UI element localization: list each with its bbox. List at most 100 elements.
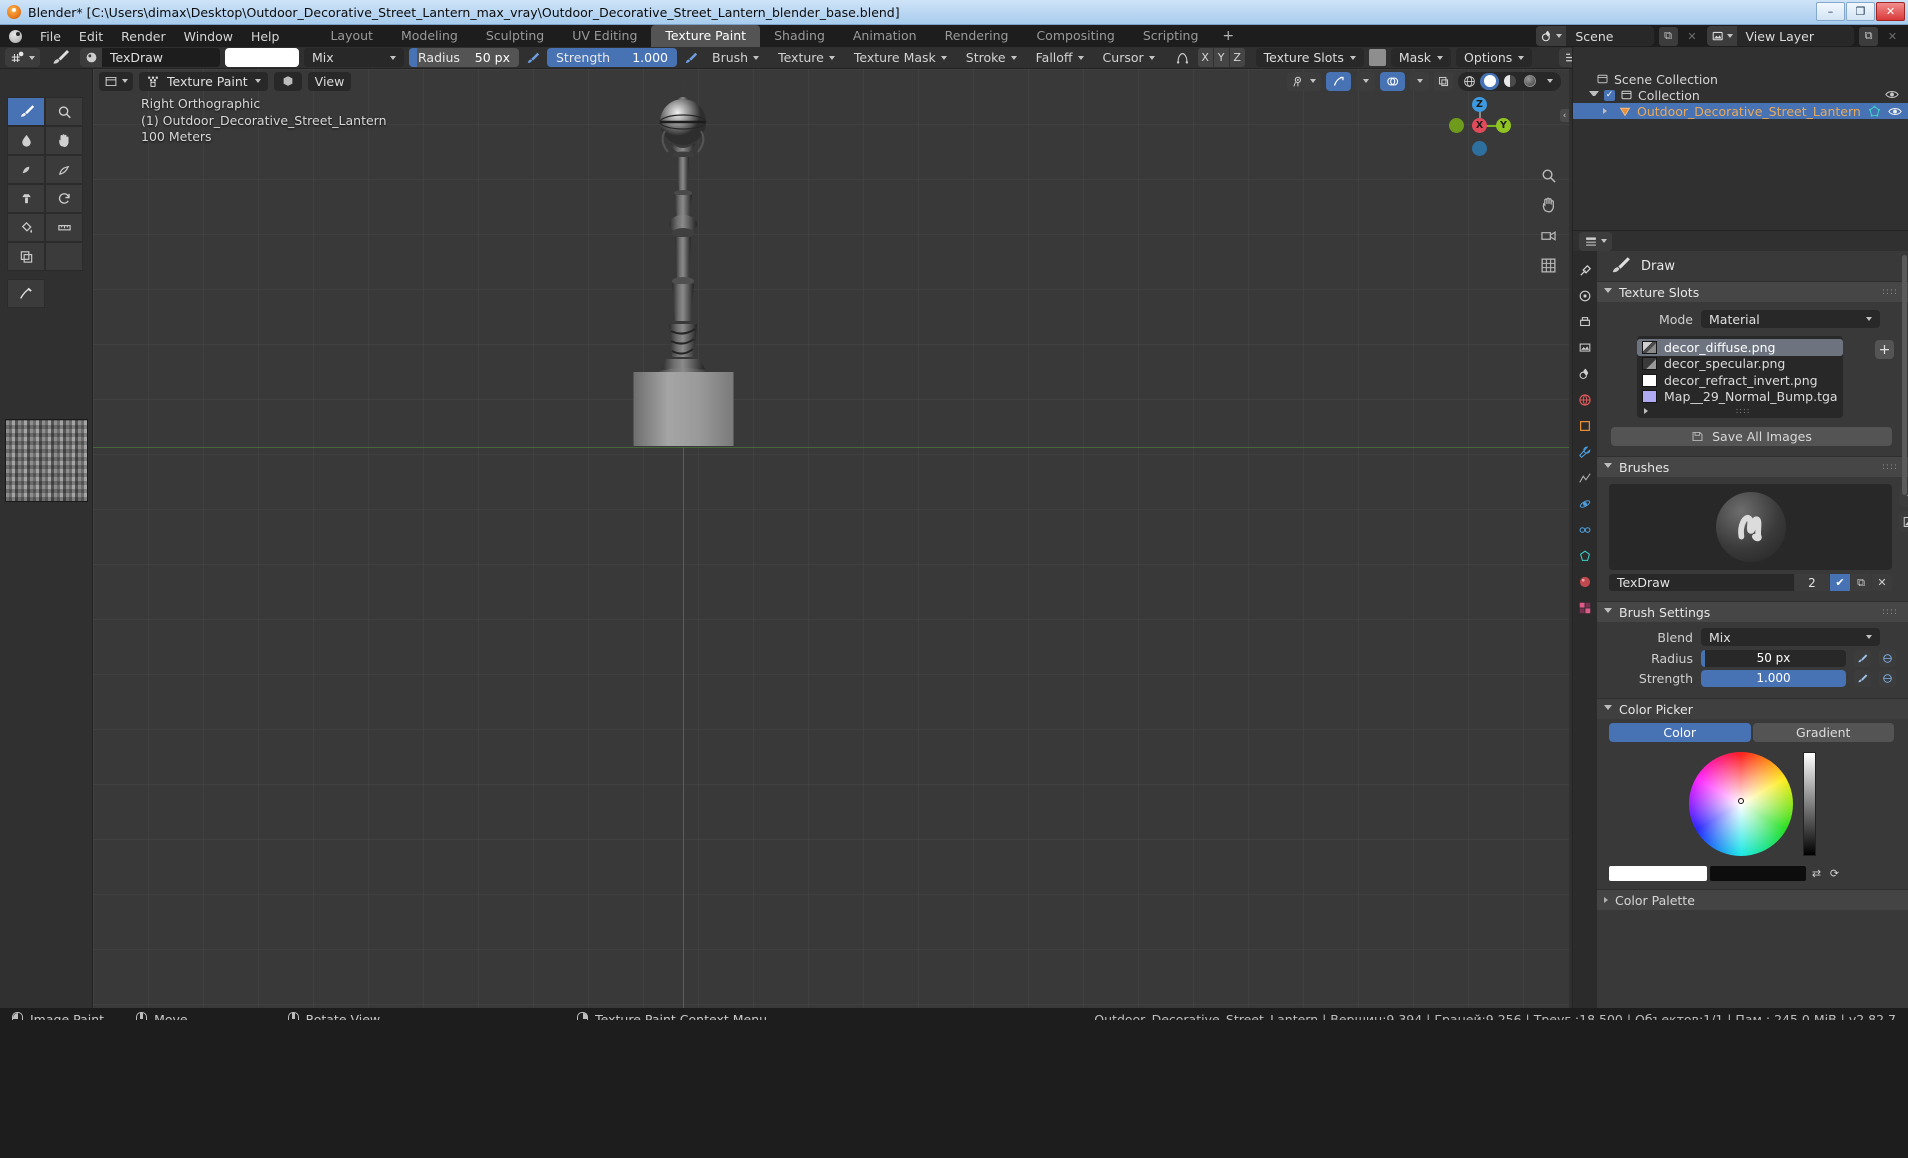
expand-triangle-icon[interactable] [1589, 91, 1599, 99]
menu-cursor[interactable]: Cursor [1096, 48, 1162, 67]
symmetry-y-button[interactable]: Y [1213, 48, 1229, 67]
expand-triangle-icon[interactable] [1603, 108, 1613, 114]
minimize-button[interactable]: – [1816, 2, 1845, 21]
tab-render[interactable] [1576, 287, 1594, 305]
brush-settings-panel-header[interactable]: Brush Settings :::: [1597, 601, 1908, 622]
camera-gizmo-icon[interactable] [1538, 225, 1559, 246]
collection-checkbox[interactable]: ✓ [1604, 89, 1615, 101]
tab-rendering[interactable]: Rendering [931, 25, 1023, 47]
radius-slider[interactable]: 50 px [1701, 649, 1846, 667]
texture-slot-row[interactable]: decor_specular.png [1637, 356, 1843, 373]
brush-users-count[interactable]: 2 [1795, 574, 1829, 591]
tab-physics[interactable] [1576, 495, 1594, 513]
color-wheel[interactable] [1689, 752, 1793, 856]
pan-gizmo-icon[interactable] [1538, 195, 1559, 216]
navigation-gizmo[interactable]: Z X Y [1449, 94, 1511, 156]
strength-slider[interactable]: Strength 1.000 [547, 48, 677, 67]
shading-wireframe-button[interactable] [1460, 73, 1479, 90]
color-wheel-cursor[interactable] [1738, 798, 1744, 804]
brush-name-field[interactable]: TexDraw [102, 48, 220, 67]
tab-object[interactable] [1576, 417, 1594, 435]
menu-texture-mask[interactable]: Texture Mask [847, 48, 954, 67]
maximize-button[interactable]: ❐ [1846, 2, 1875, 21]
mode-dropdown[interactable]: Material [1701, 310, 1880, 328]
tab-tool[interactable] [1576, 261, 1594, 279]
scene-name-text[interactable]: Scene [1566, 29, 1653, 44]
outliner-row-collection[interactable]: ✓ Collection [1573, 87, 1908, 103]
tab-animation[interactable]: Animation [839, 25, 931, 47]
brushes-panel-header[interactable]: Brushes :::: [1597, 456, 1908, 477]
strength-slider[interactable]: 1.000 [1701, 669, 1846, 687]
new-view-layer-button[interactable]: ⧉ [1859, 26, 1878, 46]
new-scene-button[interactable]: ⧉ [1658, 26, 1678, 46]
primary-color-swatch[interactable] [1609, 866, 1707, 881]
collection-visibility-eye-icon[interactable] [1885, 88, 1899, 103]
secondary-color-swatch[interactable] [1710, 866, 1806, 881]
strength-pressure-toggle[interactable] [1854, 669, 1871, 687]
menu-brush[interactable]: Brush [705, 48, 766, 67]
brush-name-value[interactable]: TexDraw [1609, 574, 1794, 591]
gizmo-z-positive[interactable]: Z [1472, 97, 1487, 112]
brush-datablock-icon[interactable] [80, 48, 102, 67]
tab-uv-editing[interactable]: UV Editing [558, 25, 651, 47]
tab-world[interactable] [1576, 391, 1594, 409]
gizmo-z-negative[interactable] [1472, 141, 1487, 156]
tab-view-layer[interactable] [1576, 339, 1594, 357]
tool-move-view-button[interactable] [45, 126, 83, 155]
blend-dropdown[interactable]: Mix [1701, 628, 1880, 646]
viewport-editor-type-button[interactable] [99, 71, 133, 91]
texture-slot-row[interactable]: Map__29_Normal_Bump.tga [1637, 389, 1843, 406]
blend-mode-dropdown[interactable]: Mix [304, 48, 404, 67]
tab-scripting[interactable]: Scripting [1129, 25, 1213, 47]
overlays-dropdown[interactable] [1410, 71, 1429, 91]
tab-data[interactable] [1576, 547, 1594, 565]
tool-soften-button[interactable] [7, 126, 45, 155]
brush-texture-button[interactable] [1899, 511, 1908, 532]
shading-solid-button[interactable] [1480, 72, 1499, 90]
tab-modeling[interactable]: Modeling [387, 25, 472, 47]
tab-particles[interactable] [1576, 469, 1594, 487]
symmetry-z-button[interactable]: Z [1229, 48, 1245, 67]
radius-unit-toggle[interactable] [1879, 649, 1896, 667]
tool-rotate-view-button[interactable] [45, 184, 83, 213]
brush-preview[interactable] [1609, 484, 1908, 570]
brush-fake-user-toggle[interactable]: ✔ [1830, 574, 1850, 591]
tab-compositing[interactable]: Compositing [1022, 25, 1128, 47]
swap-colors-icon[interactable]: ⇄ [1809, 866, 1824, 881]
zoom-gizmo-icon[interactable] [1538, 165, 1559, 186]
tab-texture[interactable] [1576, 599, 1594, 617]
blender-menu-icon[interactable] [8, 29, 23, 44]
remove-view-layer-button[interactable]: ✕ [1883, 27, 1902, 46]
reset-colors-icon[interactable]: ⟳ [1827, 866, 1842, 881]
tool-smear-button[interactable] [7, 155, 45, 184]
menu-file[interactable]: File [31, 27, 70, 46]
gizmo-y-positive[interactable]: Y [1496, 118, 1511, 133]
shading-rendered-button[interactable] [1520, 73, 1539, 90]
tab-output[interactable] [1576, 313, 1594, 331]
mesh-data-icon[interactable] [1868, 105, 1881, 118]
strength-pressure-toggle[interactable] [682, 48, 700, 67]
save-all-images-button[interactable]: Save All Images [1611, 427, 1892, 446]
menu-edit[interactable]: Edit [70, 27, 112, 46]
menu-render[interactable]: Render [112, 27, 175, 46]
view-layer-selector[interactable]: View Layer [1706, 26, 1854, 46]
ortho-persp-gizmo-icon[interactable] [1538, 255, 1559, 276]
texture-slots-dropdown[interactable]: Texture Slots [1255, 48, 1364, 67]
menu-window[interactable]: Window [175, 27, 242, 46]
tab-texture-paint[interactable]: Texture Paint [651, 25, 761, 47]
mask-dropdown[interactable]: Mask [1390, 48, 1452, 67]
texture-slot-row[interactable]: decor_diffuse.png [1637, 339, 1843, 356]
menu-falloff[interactable]: Falloff [1029, 48, 1091, 67]
symmetry-icon[interactable] [1173, 51, 1193, 65]
viewport-view-menu[interactable]: View [307, 71, 352, 91]
brush-unlink-button[interactable]: ✕ [1872, 574, 1892, 591]
viewport-3d[interactable]: Right Orthographic (1) Outdoor_Decorativ… [93, 69, 1569, 1008]
strength-unit-toggle[interactable] [1879, 669, 1896, 687]
tool-ruler-button[interactable] [45, 213, 83, 242]
sidebar-toggle-arrow[interactable]: ‹ [1560, 109, 1569, 122]
properties-scrollbar[interactable] [1902, 255, 1907, 495]
tab-constraints[interactable] [1576, 521, 1594, 539]
tab-color[interactable]: Color [1609, 723, 1751, 742]
color-picker-panel-header[interactable]: Color Picker [1597, 698, 1908, 719]
tool-fill-button[interactable] [7, 213, 45, 242]
